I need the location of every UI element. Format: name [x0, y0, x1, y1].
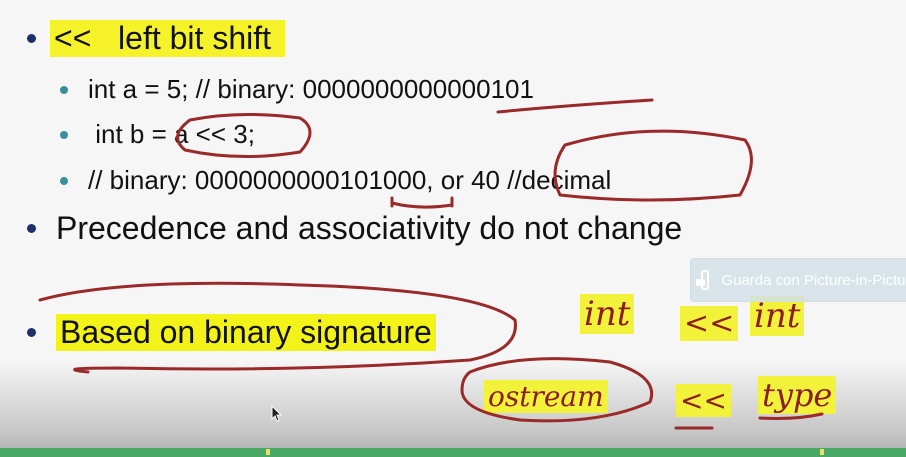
bullet-left-shift: << left bit shift	[27, 20, 285, 57]
annotation-line2-op: <<	[676, 384, 731, 417]
bullet-text: int a = 5; // binary: 0000000000000101	[88, 74, 534, 104]
picture-in-picture-button[interactable]: Guarda con Picture-in-Picture	[690, 258, 906, 302]
ink-underline-bits	[390, 201, 454, 209]
annotation-line2-right: type	[758, 376, 837, 414]
ink-underline-type	[758, 412, 824, 420]
bullet-precedence: Precedence and associativity do not chan…	[27, 210, 682, 247]
pip-label: Guarda con Picture-in-Picture	[721, 271, 906, 289]
slide: << left bit shift int a = 5; // binary: …	[0, 0, 906, 457]
bullet-dot	[60, 130, 68, 139]
annotation-line1-right: int	[750, 296, 805, 336]
bullet-text: Based on binary signature	[56, 314, 436, 351]
bullet-dot	[60, 176, 68, 185]
picture-in-picture-icon	[696, 270, 710, 290]
annotation-line1-op: <<	[680, 306, 739, 341]
progress-marker	[820, 449, 824, 455]
progress-marker	[266, 449, 270, 455]
mouse-cursor-icon	[271, 405, 283, 422]
bullet-dot	[27, 34, 36, 43]
bullet-text: << left bit shift	[50, 20, 285, 57]
sub-bullet-int-a: int a = 5; // binary: 0000000000000101	[60, 74, 534, 105]
bullet-dot	[60, 85, 68, 94]
sub-bullet-binary-result: // binary: 0000000000101000, or 40 //dec…	[60, 165, 611, 196]
bullet-text: int b = a << 3;	[88, 119, 255, 149]
bullet-binary-signature: Based on binary signature	[27, 314, 436, 351]
video-progress-bar[interactable]	[0, 448, 906, 457]
ink-bracket-bits	[390, 196, 454, 208]
bullet-dot	[27, 224, 36, 233]
bullet-text: Precedence and associativity do not chan…	[56, 210, 683, 246]
bullet-dot	[27, 328, 36, 337]
sub-bullet-int-b: int b = a << 3;	[60, 119, 255, 150]
bullet-text: // binary: 0000000000101000, or 40 //dec…	[88, 165, 612, 195]
annotation-line1-left: int	[580, 294, 635, 334]
annotation-line2-left: ostream	[484, 380, 608, 413]
